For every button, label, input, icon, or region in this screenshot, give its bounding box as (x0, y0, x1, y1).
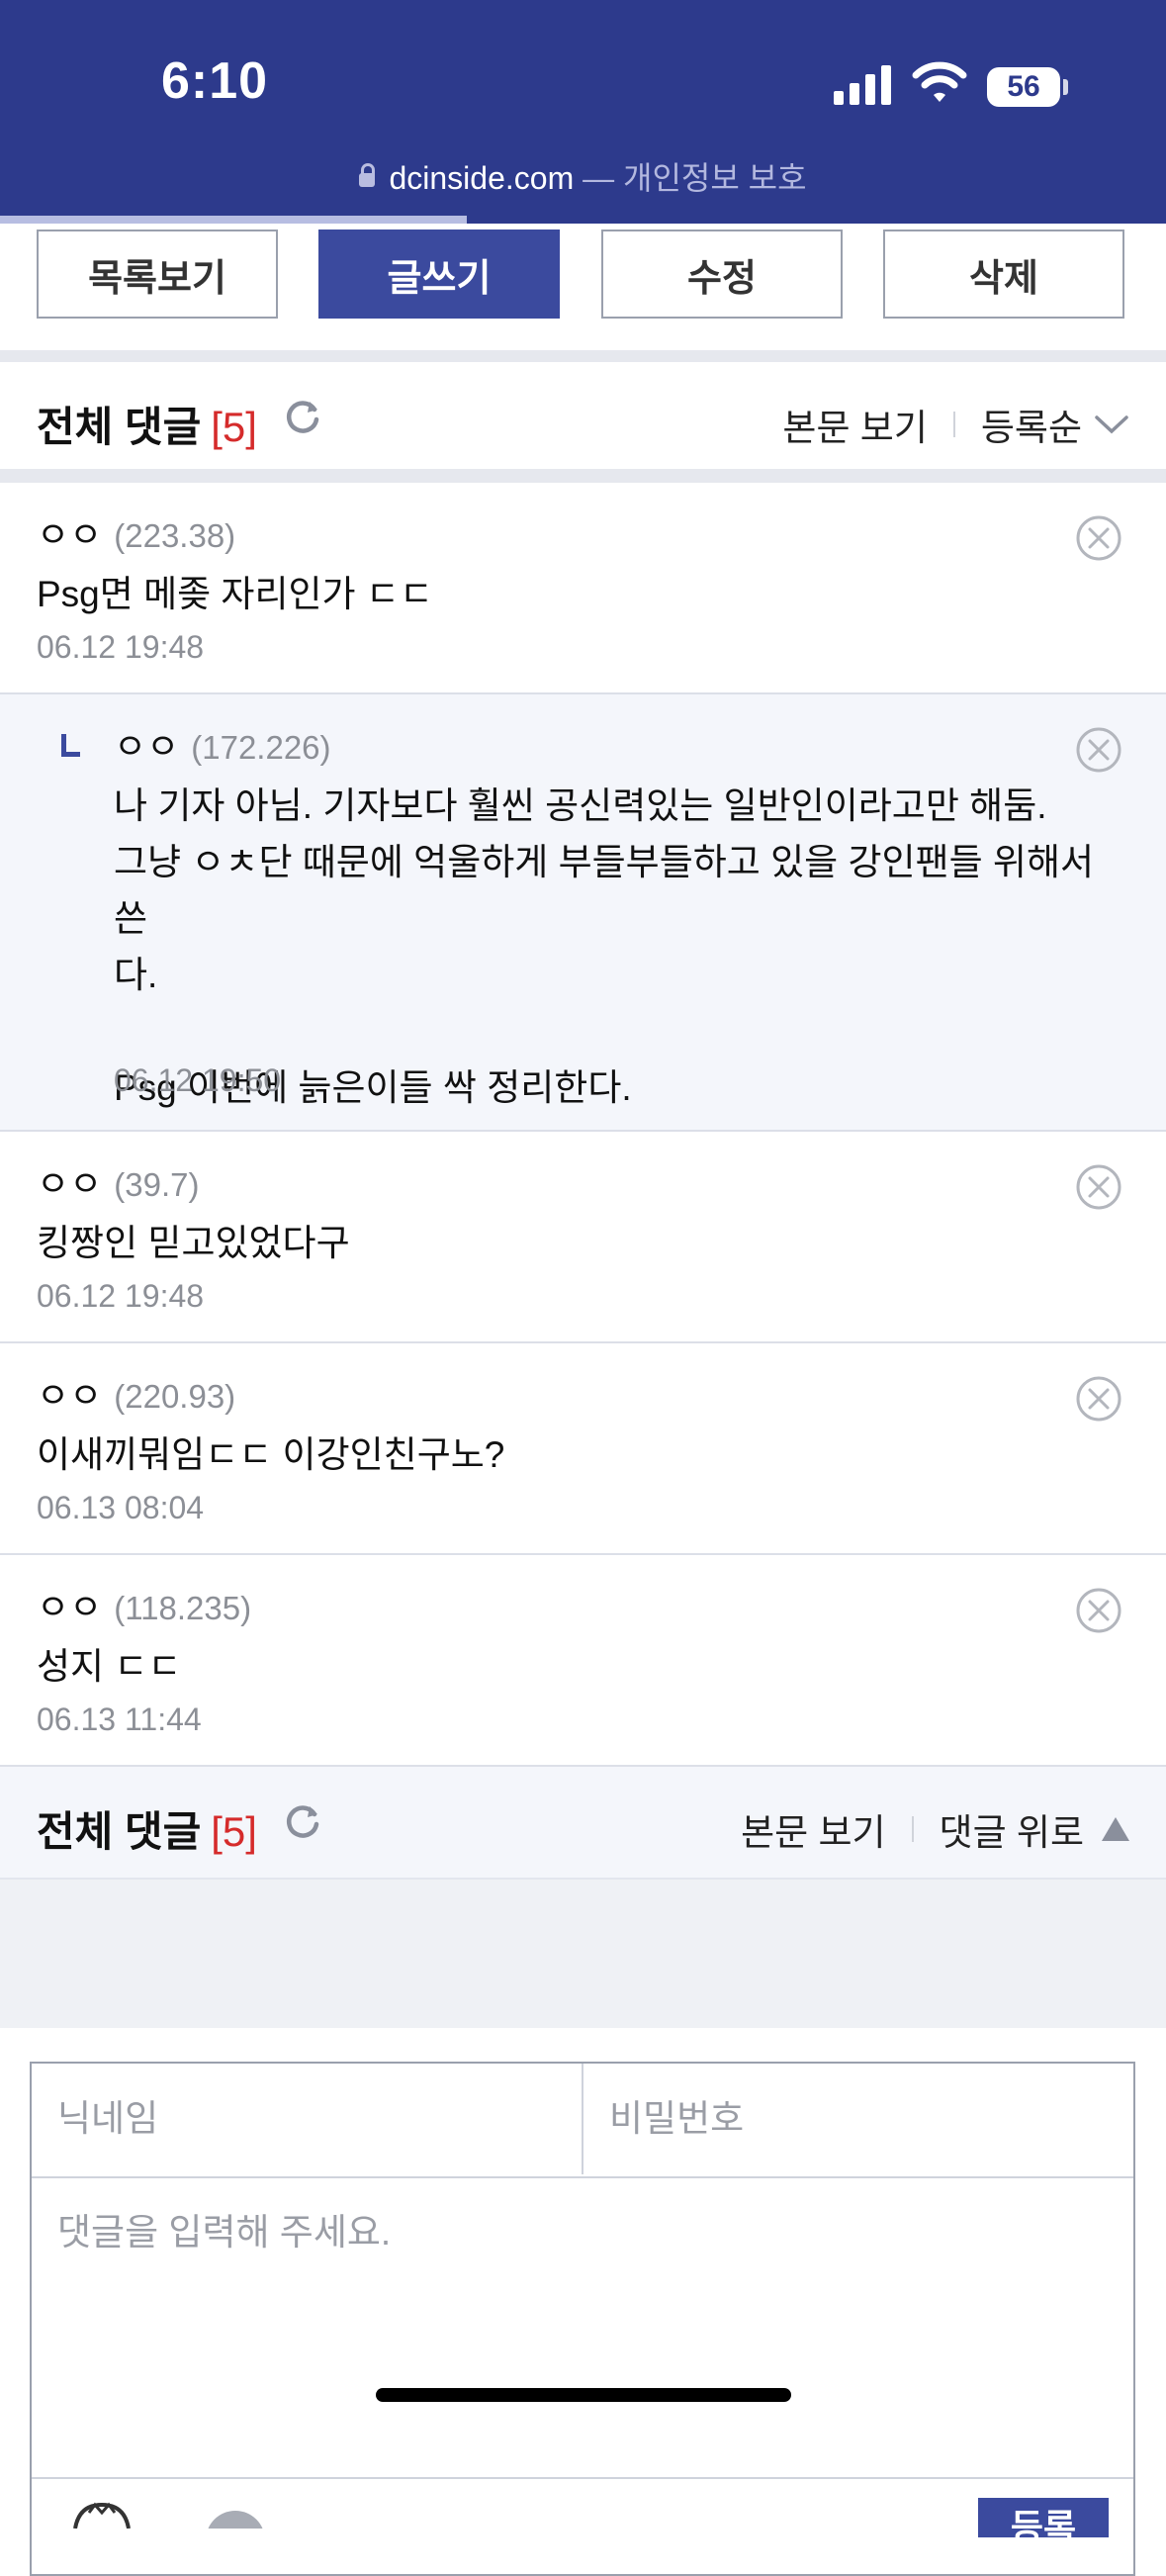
address-bar[interactable]: dcinside.com — 개인정보 보호 (0, 153, 1166, 199)
battery-indicator: 56 (987, 67, 1060, 107)
comment-ip: (220.93) (114, 1378, 236, 1415)
comment-item: ㅇㅇ (223.38) Psg면 메좆 자리인가 ㄷㄷ 06.12 19:48 (0, 483, 1166, 694)
refresh-icon[interactable] (284, 398, 321, 435)
chevron-down-icon[interactable] (1094, 414, 1129, 435)
delete-comment-icon[interactable] (1075, 726, 1122, 774)
nickname-input[interactable] (32, 2064, 582, 2174)
comment-date: 06.12 19:50 (114, 1062, 282, 1098)
status-time: 6:10 (161, 52, 269, 110)
cellular-signal-icon (834, 63, 893, 105)
delete-comment-icon[interactable] (1075, 1375, 1122, 1423)
comment-ip: (223.38) (114, 517, 236, 554)
view-body-link[interactable]: 본문 보기 (782, 398, 927, 451)
credentials-row (32, 2064, 1133, 2178)
comment-item: ㅇㅇ (220.93) 이새끼뭐임ㄷㄷ 이강인친구노? 06.13 08:04 (0, 1343, 1166, 1555)
comments-footer-controls: 본문 보기 댓글 위로 (741, 1802, 1129, 1856)
password-input[interactable] (583, 2064, 1133, 2174)
comment-date: 06.13 08:04 (37, 1490, 205, 1525)
submit-comment-button[interactable]: 등록 (978, 2498, 1109, 2537)
comments-header: 전체 댓글 [5] 본문 보기 등록순 (0, 362, 1166, 469)
divider (952, 412, 955, 437)
comment-text: 성지 ㄷㄷ (37, 1646, 182, 1687)
write-button[interactable]: 글쓰기 (318, 230, 560, 319)
browser-top-bar: 6:10 56 dcinside.com — 개인정보 보호 (0, 0, 1166, 224)
home-indicator (376, 2388, 791, 2402)
dccon-emoticon-icon[interactable] (69, 2501, 135, 2529)
comment-count: [5] (211, 1808, 257, 1855)
delete-comment-icon[interactable] (1075, 1163, 1122, 1211)
comment-ip: (118.235) (114, 1590, 252, 1626)
comment-author: ㅇㅇ (118.235) (37, 1587, 252, 1627)
voice-reply-icon[interactable] (203, 2501, 268, 2529)
list-button[interactable]: 목록보기 (37, 230, 278, 319)
lock-icon (359, 163, 376, 187)
reply-indicator-icon (61, 734, 80, 757)
comment-item: ㅇㅇ (39.7) 킹짱인 믿고있었다구 06.12 19:48 (0, 1132, 1166, 1343)
comment-author: ㅇㅇ (39.7) (37, 1163, 200, 1204)
post-action-buttons: 목록보기 글쓰기 수정 삭제 (37, 230, 1130, 321)
section-divider (0, 350, 1166, 362)
comment-count: [5] (211, 404, 257, 450)
comments-header-controls: 본문 보기 등록순 (782, 398, 1129, 451)
url-domain: dcinside.com (389, 160, 575, 196)
sort-dropdown[interactable]: 등록순 (981, 398, 1082, 451)
comment-date: 06.12 19:48 (37, 1278, 205, 1314)
privacy-label: — 개인정보 보호 (583, 160, 807, 196)
comment-ip: (172.226) (191, 729, 331, 766)
delete-comment-icon[interactable] (1075, 514, 1122, 562)
section-divider (0, 469, 1166, 483)
comment-author: ㅇㅇ (220.93) (37, 1375, 236, 1416)
ad-spacer (0, 1880, 1166, 2028)
comments-title: 전체 댓글 [5] (37, 1808, 257, 1855)
view-body-link[interactable]: 본문 보기 (741, 1802, 885, 1856)
comment-author: ㅇㅇ (223.38) (37, 514, 236, 555)
comment-date: 06.12 19:48 (37, 629, 205, 665)
edit-button[interactable]: 수정 (601, 230, 843, 319)
scroll-to-comments-link[interactable]: 댓글 위로 (940, 1802, 1084, 1856)
comment-text: 킹짱인 믿고있었다구 (37, 1223, 350, 1263)
refresh-icon[interactable] (284, 1802, 321, 1840)
comment-ip: (39.7) (114, 1166, 200, 1203)
arrow-up-icon[interactable] (1102, 1817, 1129, 1841)
comment-form (30, 2062, 1135, 2576)
comments-footer: 전체 댓글 [5] 본문 보기 댓글 위로 (0, 1767, 1166, 1880)
page-load-progress (0, 216, 467, 224)
battery-nub (1063, 79, 1068, 95)
comment-text: Psg면 메좆 자리인가 ㄷㄷ (37, 574, 433, 614)
comment-date: 06.13 11:44 (37, 1702, 202, 1737)
comment-text: 이새끼뭐임ㄷㄷ 이강인친구노? (37, 1434, 505, 1475)
reply-comment-item: ㅇㅇ (172.226) 나 기자 아님. 기자보다 훨씬 공신력있는 일반인이라… (0, 694, 1166, 1132)
comment-item: ㅇㅇ (118.235) 성지 ㄷㄷ 06.13 11:44 (0, 1555, 1166, 1767)
wifi-icon (912, 61, 967, 102)
comment-textarea[interactable] (32, 2178, 1133, 2475)
divider (911, 1816, 914, 1842)
comment-author: ㅇㅇ (172.226) (114, 726, 331, 767)
comments-title: 전체 댓글 [5] (37, 404, 257, 450)
divider (32, 2477, 1133, 2479)
delete-comment-icon[interactable] (1075, 1587, 1122, 1634)
delete-button[interactable]: 삭제 (883, 230, 1124, 319)
